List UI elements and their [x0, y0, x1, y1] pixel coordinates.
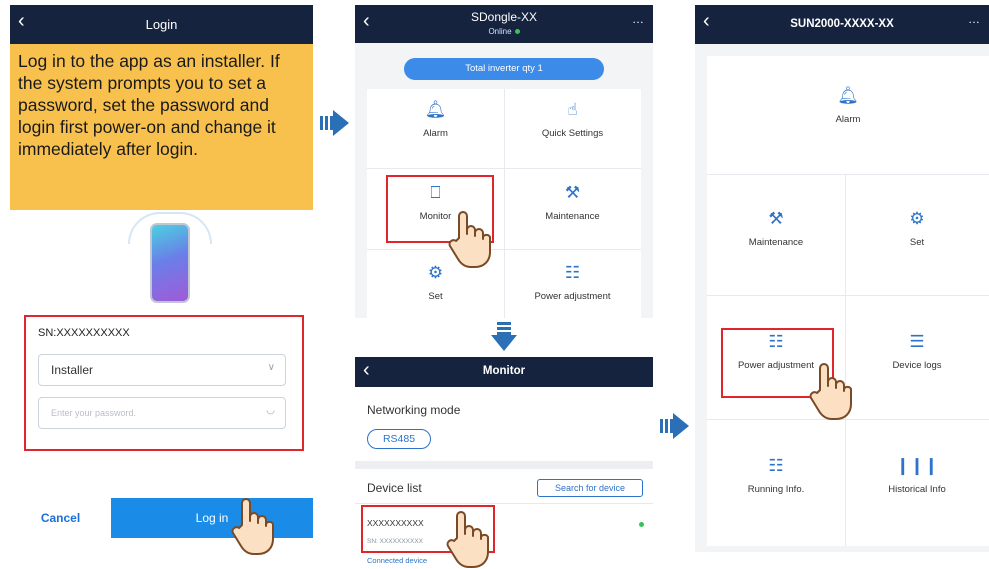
tile-historical-info[interactable]: ❙❙❙ Historical Info [845, 456, 989, 496]
user-select[interactable]: Installer ∨ [38, 354, 286, 386]
bell-icon: 🔔︎ [837, 86, 859, 105]
sn-label: SN:XXXXXXXXXX [38, 327, 130, 339]
eye-icon[interactable]: ◡ [266, 405, 275, 416]
tile-device-logs[interactable]: ☰ Device logs [845, 332, 989, 372]
monitor-header: ‹ Monitor [355, 357, 653, 387]
tile-alarm[interactable]: 🔔︎ Alarm [367, 100, 504, 140]
hand-cursor-icon [230, 495, 276, 557]
dongle-screen: ‹ SDongle-XX Online … Total inverter qty… [355, 5, 653, 318]
login-title: Login [145, 17, 178, 32]
login-header: ‹ Login [10, 5, 313, 44]
arrow-right-icon [660, 413, 690, 439]
login-button[interactable]: Log in [111, 498, 313, 538]
instruction-note: Log in to the app as an installer. If th… [10, 44, 313, 210]
tile-quick-settings[interactable]: ☝︎ Quick Settings [504, 100, 641, 140]
monitor-title: Monitor [482, 365, 526, 377]
device-status: Connected device [367, 556, 428, 565]
phone-illustration [150, 223, 190, 303]
dongle-title: SDongle-XX [470, 10, 538, 24]
touch-icon: ☝︎ [567, 100, 578, 119]
inverter-title: SUN2000-XXXX-XX [790, 18, 894, 30]
device-list-label: Device list [367, 481, 422, 495]
hand-cursor-icon [445, 508, 491, 569]
log-icon: ☰ [909, 332, 925, 351]
online-status: Online [488, 27, 512, 36]
tile-set[interactable]: ⚙ Set [845, 209, 989, 249]
cancel-button[interactable]: Cancel [10, 498, 111, 538]
networking-mode-value: RS485 [367, 429, 431, 449]
user-select-value: Installer [51, 363, 94, 377]
tile-alarm[interactable]: 🔔︎ Alarm [707, 86, 989, 126]
gear-icon: ⚙ [909, 209, 925, 228]
wrench-icon: ⚒ [564, 183, 581, 202]
wrench-icon: ⚒ [768, 209, 784, 228]
chevron-down-icon: ∨ [267, 362, 275, 373]
online-dot [514, 29, 520, 35]
dongle-header: ‹ SDongle-XX Online … [355, 5, 653, 43]
networking-mode-label: Networking mode [367, 403, 461, 417]
sliders-icon: ☷ [564, 263, 581, 282]
hand-cursor-icon [808, 360, 854, 422]
arrow-down-icon [491, 322, 517, 352]
bell-icon: 🔔︎ [424, 100, 447, 119]
tile-power-adjustment[interactable]: ☷ Power adjustment [504, 263, 641, 303]
tile-maintenance[interactable]: ⚒ Maintenance [707, 209, 845, 249]
monitor-screen: ‹ Monitor Networking mode RS485 Device l… [355, 357, 653, 569]
tile-maintenance[interactable]: ⚒ Maintenance [504, 183, 641, 223]
sliders-icon: ☷ [768, 456, 784, 475]
more-icon[interactable]: … [968, 12, 981, 26]
more-icon[interactable]: … [632, 12, 645, 26]
total-inverter-badge: Total inverter qty 1 [404, 58, 604, 80]
arrow-right-icon [320, 110, 350, 136]
login-screen: ‹ Login Log in to the app as an installe… [10, 5, 313, 560]
device-online-dot [639, 522, 644, 527]
password-field[interactable]: Enter your password. ◡ [38, 397, 286, 429]
tile-running-info[interactable]: ☷ Running Info. [707, 456, 845, 496]
password-placeholder: Enter your password. [51, 408, 137, 418]
hand-cursor-icon [447, 208, 493, 270]
search-device-button[interactable]: Search for device [537, 479, 643, 497]
bar-chart-icon: ❙❙❙ [895, 456, 939, 475]
inverter-screen: ‹ SUN2000-XXXX-XX … 🔔︎ Alarm ⚒ Maintenance… [695, 5, 989, 552]
inverter-header: ‹ SUN2000-XXXX-XX … [695, 5, 989, 44]
